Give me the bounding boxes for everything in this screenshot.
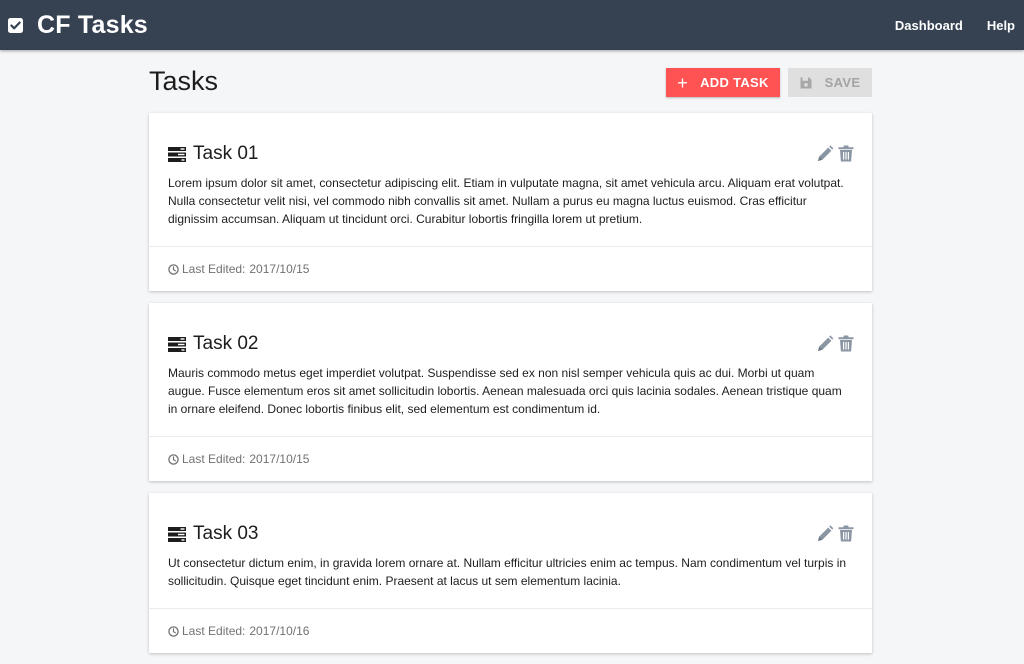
task-actions xyxy=(812,335,854,352)
save-button[interactable]: SAVE xyxy=(788,68,872,97)
task-title: Task 01 xyxy=(193,143,259,164)
trash-icon[interactable] xyxy=(838,145,854,162)
clock-icon xyxy=(168,453,179,465)
task-title: Task 02 xyxy=(193,333,259,354)
checkbox-checked-icon xyxy=(8,17,23,33)
nav-links: Dashboard Help xyxy=(871,0,1015,50)
task-description: Lorem ipsum dolor sit amet, consectetur … xyxy=(168,176,844,226)
trash-icon[interactable] xyxy=(838,525,854,542)
pencil-icon[interactable] xyxy=(817,335,833,352)
task-description: Mauris commodo metus eget imperdiet volu… xyxy=(168,366,842,416)
task-title-row: Task 02 xyxy=(168,333,258,355)
trash-icon[interactable] xyxy=(838,335,854,352)
page-title: Tasks xyxy=(149,66,219,96)
task-title-row: Task 01 xyxy=(168,143,258,165)
pencil-icon[interactable] xyxy=(817,525,833,542)
app-title: CF Tasks xyxy=(37,10,148,39)
task-card: Task 03 Ut consectetur dictum enim, in g… xyxy=(149,493,872,653)
nav-link-dashboard[interactable]: Dashboard xyxy=(895,18,963,33)
task-actions xyxy=(812,145,854,162)
task-description: Ut consectetur dictum enim, in gravida l… xyxy=(168,556,847,588)
add-task-label: ADD TASK xyxy=(700,75,769,90)
task-footer: Last Edited: 2017/10/16 xyxy=(149,608,872,653)
add-task-button[interactable]: + ADD TASK xyxy=(666,68,780,97)
task-footer: Last Edited: 2017/10/15 xyxy=(149,246,872,291)
server-rack-icon xyxy=(168,526,186,542)
brand-link[interactable]: CF Tasks xyxy=(8,0,148,50)
floppy-disk-icon xyxy=(800,77,812,89)
last-edited-label: Last Edited: xyxy=(182,262,246,276)
server-rack-icon xyxy=(168,336,186,352)
task-actions xyxy=(812,525,854,542)
last-edited-date: 2017/10/16 xyxy=(249,624,310,638)
save-label: SAVE xyxy=(824,75,861,90)
task-title: Task 03 xyxy=(193,523,259,544)
task-title-row: Task 03 xyxy=(168,523,258,545)
top-navbar: CF Tasks Dashboard Help xyxy=(0,0,1024,50)
clock-icon xyxy=(168,263,179,275)
task-footer: Last Edited: 2017/10/15 xyxy=(149,436,872,481)
server-rack-icon xyxy=(168,146,186,162)
nav-link-help[interactable]: Help xyxy=(987,18,1015,33)
task-card: Task 02 Mauris commodo metus eget imperd… xyxy=(149,303,872,481)
last-edited-label: Last Edited: xyxy=(182,624,246,638)
last-edited-label: Last Edited: xyxy=(182,452,246,466)
last-edited-date: 2017/10/15 xyxy=(249,262,310,276)
last-edited-date: 2017/10/15 xyxy=(249,452,310,466)
task-card: Task 01 Lorem ipsum dolor sit amet, cons… xyxy=(149,113,872,291)
pencil-icon[interactable] xyxy=(817,145,833,162)
plus-icon: + xyxy=(677,72,689,93)
clock-icon xyxy=(168,625,179,637)
